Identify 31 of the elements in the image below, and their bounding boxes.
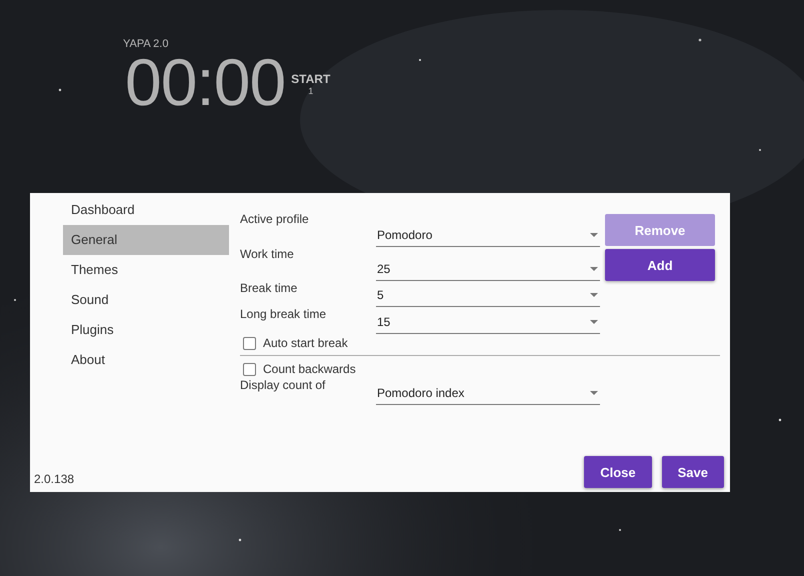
field-label: Work time <box>240 247 295 263</box>
save-button[interactable]: Save <box>662 456 724 488</box>
caret-icon <box>590 390 598 394</box>
sidebar-item[interactable]: About <box>63 345 229 375</box>
caret-icon <box>590 232 598 236</box>
add-button[interactable]: Add <box>605 249 715 281</box>
pomodoro-count: 1 <box>308 86 314 96</box>
sidebar-item[interactable]: Sound <box>63 285 229 315</box>
timer: 00:00 <box>125 50 286 114</box>
dropdown[interactable]: Pomodoro index <box>376 381 600 405</box>
dropdown[interactable]: 15 <box>376 310 600 334</box>
caret-icon <box>590 320 598 324</box>
field-label: Break time <box>240 281 298 297</box>
sidebar-item[interactable]: Plugins <box>63 315 229 345</box>
caret-icon <box>590 292 598 296</box>
version-label: 2.0.138 <box>34 472 74 486</box>
app-name: YAPA 2.0 <box>123 38 168 50</box>
start-button[interactable]: START <box>291 72 330 86</box>
dropdown[interactable]: 5 <box>376 283 600 307</box>
checkbox[interactable]: Count backwards <box>240 360 356 378</box>
checkbox[interactable]: Auto start break <box>240 334 348 352</box>
field-label: Active profile <box>240 212 310 228</box>
sidebar-item[interactable]: General <box>63 225 229 255</box>
field-label: Long break time <box>240 307 328 323</box>
sidebar-item[interactable]: Themes <box>63 255 229 285</box>
sidebar-item[interactable]: Dashboard <box>63 195 229 225</box>
close-button[interactable]: Close <box>584 456 652 488</box>
field-label: Display count of <box>240 378 326 394</box>
dropdown[interactable]: 25 <box>376 257 600 281</box>
dropdown[interactable]: Pomodoro <box>376 223 600 247</box>
caret-icon <box>590 266 598 270</box>
